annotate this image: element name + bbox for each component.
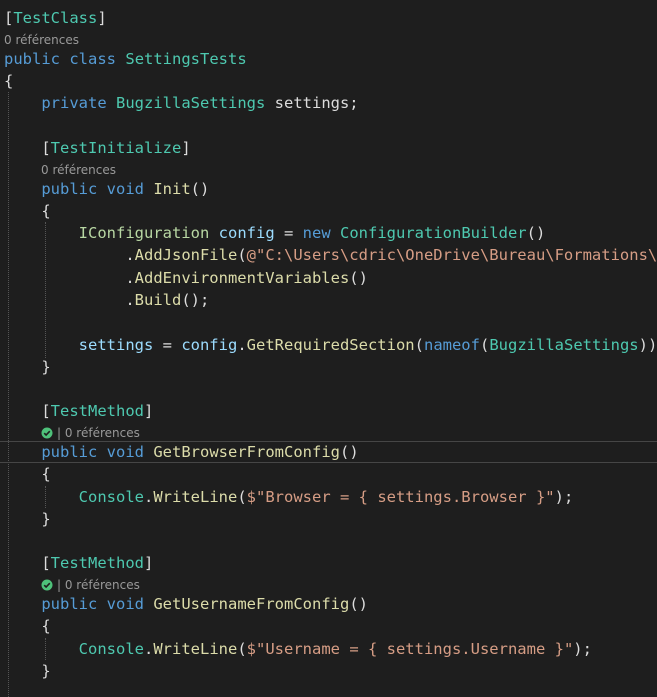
method-init: Init [153,180,191,198]
code-line: Console.WriteLine($"Browser = { settings… [78,488,574,506]
codelens-references[interactable]: 0 références [41,161,116,179]
class-name: SettingsTests [125,50,247,68]
codelens-references-label[interactable]: 0 références [4,33,79,47]
code-line: [TestInitialize] [41,139,191,157]
code-line: Console.WriteLine($"Username = { setting… [78,640,592,658]
test-passed-check-icon[interactable] [41,579,53,591]
code-line: } [4,358,51,376]
code-line: } [4,510,51,528]
attribute-testmethod: TestMethod [50,554,144,572]
code-line: { [4,465,51,483]
attribute-testclass: TestClass [13,9,98,27]
code-line: public class SettingsTests [4,50,247,68]
code-editor[interactable]: [TestClass] 0 références public class Se… [0,0,657,697]
codelens-references[interactable]: 0 références [4,31,79,49]
method-get-username: GetUsernameFromConfig [153,595,350,613]
code-line: { [4,72,14,90]
code-line: .AddJsonFile(@"C:\Users\cdric\OneDrive\B… [4,246,657,264]
code-line: public void GetUsernameFromConfig() [41,595,368,613]
code-line: [TestMethod] [41,554,154,572]
code-line: public void GetBrowserFromConfig() [41,443,359,461]
code-line: private BugzillaSettings settings; [41,94,359,112]
method-get-browser: GetBrowserFromConfig [153,443,340,461]
attribute-testmethod: TestMethod [50,402,144,420]
code-line: public void Init() [41,180,210,198]
code-line: } [4,662,51,680]
code-line: .AddEnvironmentVariables() [4,269,368,287]
code-line: IConfiguration config = new Configuratio… [78,224,546,242]
code-line: [TestClass] [4,9,107,27]
code-line: settings = config.GetRequiredSection(nam… [78,336,657,354]
codelens-test-status[interactable]: | 0 références [41,576,140,594]
code-line: .Build(); [4,291,210,309]
code-line: [TestMethod] [41,402,154,420]
test-passed-check-icon[interactable] [41,427,53,439]
code-line: { [4,202,51,220]
code-line: { [4,617,51,635]
attribute-testinitialize: TestInitialize [50,139,182,157]
codelens-test-status[interactable]: | 0 références [41,424,140,442]
